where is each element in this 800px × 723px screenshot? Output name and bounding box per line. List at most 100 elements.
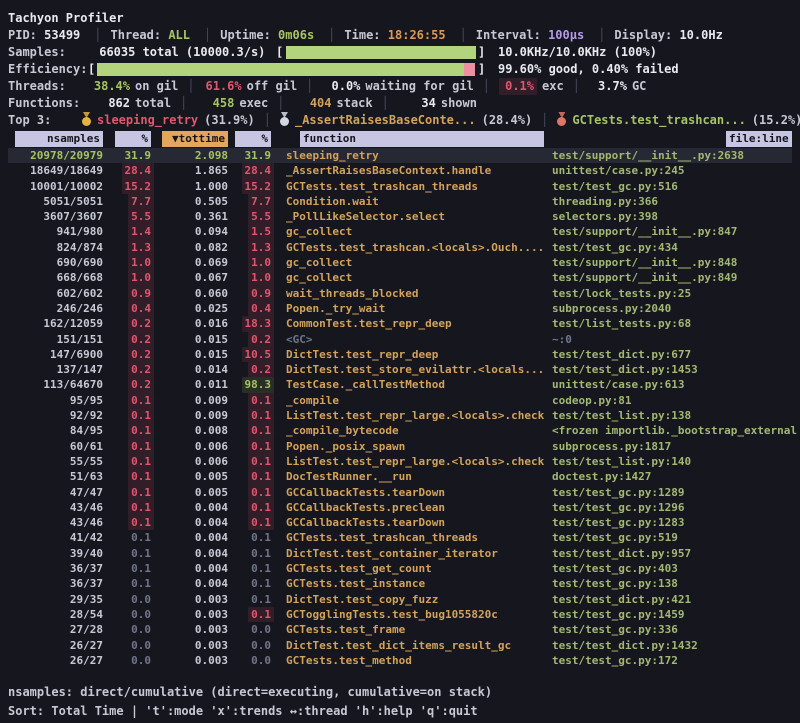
column-header-file-line[interactable]: file:line: [544, 131, 792, 147]
cell-tottime: 0.004: [151, 530, 228, 545]
table-row[interactable]: 47/47 0.1 0.005 0.1 GCCallbackTests.tear…: [8, 485, 792, 500]
table-row[interactable]: 27/28 0.0 0.003 0.0 GCTests.test_frame t…: [8, 622, 792, 637]
table-row[interactable]: 55/55 0.1 0.006 0.1 ListTest.test_repr_l…: [8, 454, 792, 469]
cell-file-line: subprocess.py:2040: [544, 301, 792, 316]
status-item-value: ALL: [168, 28, 190, 42]
table-row[interactable]: 41/42 0.1 0.004 0.1 GCTests.test_trashca…: [8, 530, 792, 545]
separator: │: [573, 79, 580, 93]
samples-bar: [286, 46, 476, 59]
table-row[interactable]: 246/246 0.4 0.025 0.4 Popen._try_wait su…: [8, 301, 792, 316]
table-row[interactable]: 51/63 0.1 0.005 0.1 DocTestRunner.__run …: [8, 469, 792, 484]
table-row[interactable]: 36/37 0.1 0.004 0.1 GCTests.test_instanc…: [8, 576, 792, 591]
cell-file-line: test/test_dict.py:421: [544, 592, 792, 607]
cell-tottime: 0.015: [151, 347, 228, 362]
cell-function: GCTests.test_trashcan_threads: [271, 530, 544, 545]
table-row[interactable]: 43/46 0.1 0.004 0.1 GCCallbackTests.tear…: [8, 515, 792, 530]
table-row[interactable]: 39/40 0.1 0.004 0.1 DictTest.test_contai…: [8, 546, 792, 561]
table-row[interactable]: 29/35 0.0 0.003 0.1 DictTest.test_copy_f…: [8, 592, 792, 607]
footer: nsamples: direct/cumulative (direct=exec…: [8, 683, 792, 721]
table-row[interactable]: 147/6900 0.2 0.015 10.5 DictTest.test_re…: [8, 347, 792, 362]
metric-text: exc: [542, 79, 564, 93]
cell-function: GCTests.test_frame: [271, 622, 544, 637]
cell-direct-percent: 0.4: [103, 301, 151, 316]
cell-file-line: test/test_gc.py:172: [544, 653, 792, 668]
table-row[interactable]: 113/64670 0.2 0.011 98.3 TestCase._callT…: [8, 377, 792, 392]
column-header-cumulative-percent[interactable]: %: [228, 131, 271, 147]
cell-file-line: codeop.py:81: [544, 393, 792, 408]
top3-item: GCTests.test_trashcan...(15.2%): [557, 113, 800, 127]
cell-nsamples: 162/12059: [8, 316, 103, 331]
cell-nsamples: 55/55: [8, 454, 103, 469]
table-row[interactable]: 151/151 0.2 0.015 0.2 <GC> ~:0: [8, 332, 792, 347]
metric-value: 38.4%: [92, 78, 130, 95]
status-item-value: 10.0Hz: [679, 28, 722, 42]
cell-file-line: test/test_gc.py:403: [544, 561, 792, 576]
table-row[interactable]: 824/874 1.3 0.082 1.3 GCTests.test_trash…: [8, 240, 792, 255]
metric-value: 458: [196, 95, 234, 112]
cell-file-line: test/support/__init__.py:2638: [544, 148, 792, 163]
cell-function: GCTests.test_trashcan.<locals>.Ouch....: [271, 240, 544, 255]
table-row[interactable]: 137/147 0.2 0.014 0.2 DictTest.test_stor…: [8, 362, 792, 377]
footer-keybindings: Sort: Total Time | 't':mode 'x':trends ↔…: [8, 702, 792, 721]
table-row[interactable]: 18649/18649 28.4 1.865 28.4 _AssertRaise…: [8, 163, 792, 178]
table-row[interactable]: 10001/10002 15.2 1.000 15.2 GCTests.test…: [8, 179, 792, 194]
table-row[interactable]: 60/61 0.1 0.006 0.1 Popen._posix_spawn s…: [8, 439, 792, 454]
table-row[interactable]: 92/92 0.1 0.009 0.1 ListTest.test_repr_l…: [8, 408, 792, 423]
metric-text: shown: [441, 96, 477, 110]
column-header-tottime-sorted[interactable]: ▼tottime: [151, 131, 228, 147]
metric-text: on gil: [135, 79, 178, 93]
table-header: nsamples % ▼tottime % function file:line: [8, 131, 792, 147]
table-row[interactable]: 690/690 1.0 0.069 1.0 gc_collect test/su…: [8, 255, 792, 270]
table-row[interactable]: 20978/20979 31.9 2.098 31.9 sleeping_ret…: [8, 148, 792, 163]
cell-cumulative-percent: 0.1: [228, 576, 271, 591]
bronze-medal-icon: [557, 112, 566, 126]
table-row[interactable]: 28/54 0.0 0.003 0.1 GCTogglingTests.test…: [8, 607, 792, 622]
cell-tottime: 2.098: [151, 148, 228, 163]
table-row[interactable]: 162/12059 0.2 0.016 18.3 CommonTest.test…: [8, 316, 792, 331]
column-header-function[interactable]: function: [271, 131, 544, 147]
metric-text: off gil: [247, 79, 298, 93]
column-header-nsamples[interactable]: nsamples: [8, 131, 103, 147]
separator: │: [306, 79, 313, 93]
cell-function: sleeping_retry: [271, 148, 544, 163]
metric-value: 61.6%: [204, 78, 242, 95]
cell-cumulative-percent: 5.5: [228, 209, 271, 224]
table-row[interactable]: 84/95 0.1 0.008 0.1 _compile_bytecode <f…: [8, 423, 792, 438]
top3-percent: (28.4%): [482, 113, 533, 127]
table-row[interactable]: 26/27 0.0 0.003 0.0 GCTests.test_method …: [8, 653, 792, 668]
cell-tottime: 0.361: [151, 209, 228, 224]
cell-nsamples: 151/151: [8, 332, 103, 347]
cell-tottime: 0.004: [151, 576, 228, 591]
separator: │: [460, 28, 467, 42]
table-row[interactable]: 43/46 0.1 0.004 0.1 GCCallbackTests.prec…: [8, 500, 792, 515]
cell-tottime: 1.000: [151, 179, 228, 194]
cell-nsamples: 690/690: [8, 255, 103, 270]
cell-nsamples: 26/27: [8, 638, 103, 653]
table-row[interactable]: 36/37 0.1 0.004 0.1 GCTests.test_get_cou…: [8, 561, 792, 576]
table-row[interactable]: 26/27 0.0 0.003 0.0 DictTest.test_dict_i…: [8, 638, 792, 653]
top3-percent: (15.2%): [752, 113, 800, 127]
column-header-direct-percent[interactable]: %: [103, 131, 151, 147]
cell-tottime: 0.014: [151, 362, 228, 377]
table-row[interactable]: 941/980 1.4 0.094 1.5 gc_collect test/su…: [8, 224, 792, 239]
cell-nsamples: 10001/10002: [8, 179, 103, 194]
cell-cumulative-percent: 0.0: [228, 622, 271, 637]
cell-file-line: threading.py:366: [544, 194, 792, 209]
separator: │: [541, 113, 548, 127]
status-item-label: PID:: [8, 28, 37, 42]
cell-function: TestCase._callTestMethod: [271, 377, 544, 392]
cell-function: DictTest.test_copy_fuzz: [271, 592, 544, 607]
status-item-label: Uptime:: [220, 28, 271, 42]
cell-nsamples: 95/95: [8, 393, 103, 408]
table-row[interactable]: 602/602 0.9 0.060 0.9 wait_threads_block…: [8, 286, 792, 301]
cell-function: GCTogglingTests.test_bug1055820c: [271, 607, 544, 622]
table-row[interactable]: 5051/5051 7.7 0.505 7.7 Condition.wait t…: [8, 194, 792, 209]
cell-cumulative-percent: 0.1: [228, 408, 271, 423]
cell-cumulative-percent: 0.1: [228, 515, 271, 530]
cell-function: GCTests.test_method: [271, 653, 544, 668]
table-row[interactable]: 668/668 1.0 0.067 1.0 gc_collect test/su…: [8, 270, 792, 285]
cell-direct-percent: 0.0: [103, 592, 151, 607]
table-row[interactable]: 3607/3607 5.5 0.361 5.5 _PollLikeSelecto…: [8, 209, 792, 224]
status-item-value: 53499: [44, 28, 80, 42]
table-row[interactable]: 95/95 0.1 0.009 0.1 _compile codeop.py:8…: [8, 393, 792, 408]
